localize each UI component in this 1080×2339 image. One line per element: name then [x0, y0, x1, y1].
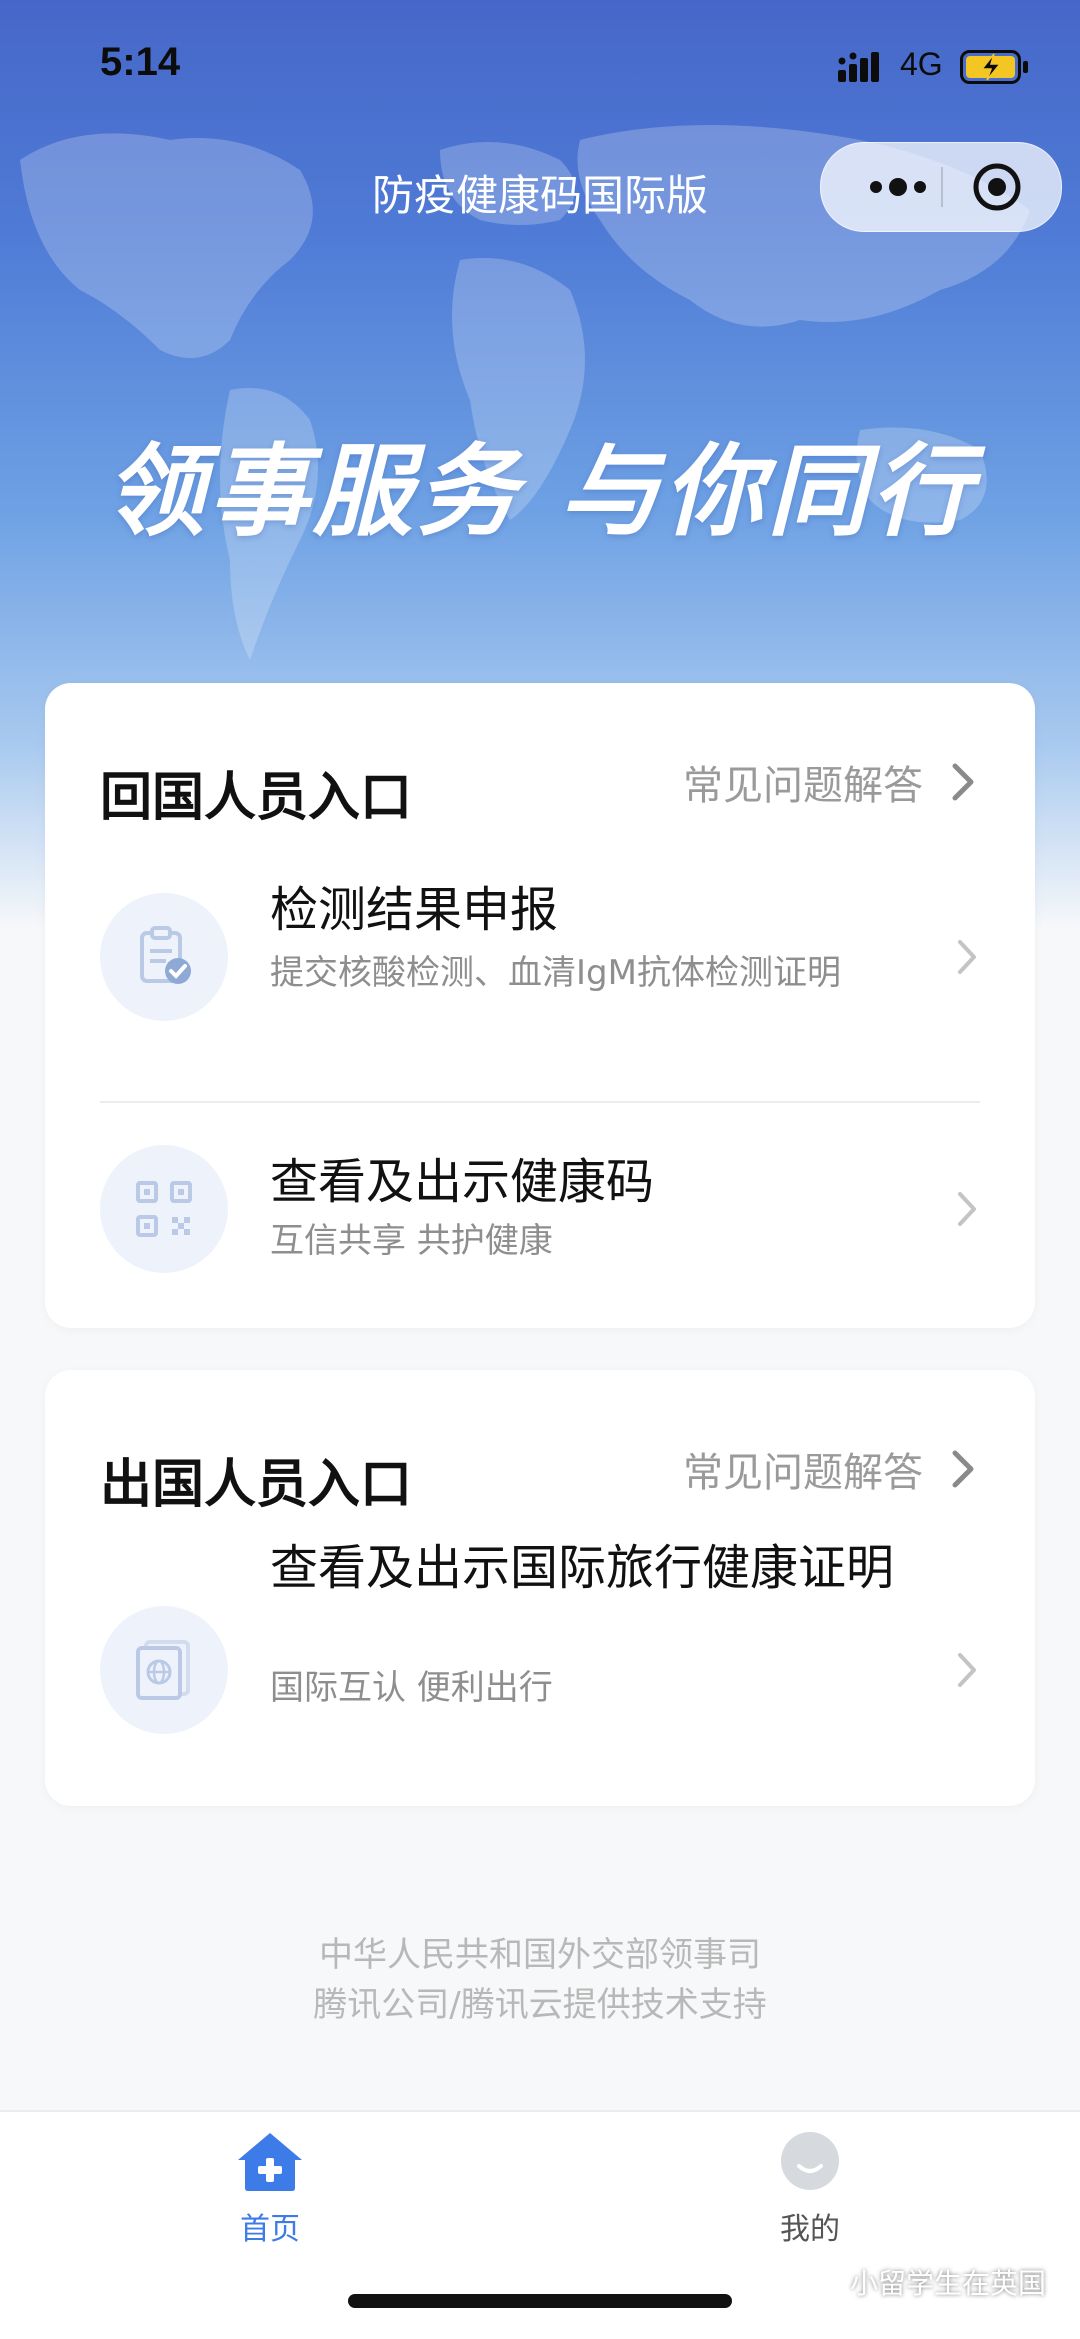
faq-label: 常见问题解答 — [683, 1450, 923, 1496]
faq-label: 常见问题解答 — [683, 763, 923, 809]
return-entry-heading: 回国人员入口 — [100, 768, 413, 828]
hero-slogan: 领事服务 与你同行 — [104, 433, 976, 550]
qr-code-icon — [100, 1145, 228, 1273]
test-result-report-item[interactable]: 检测结果申报 提交核酸检测、血清IgM抗体检测证明 — [45, 882, 1035, 1093]
status-bar: 5:14 4G — [0, 0, 1080, 130]
home-icon — [238, 2133, 302, 2191]
status-time: 5:14 — [100, 40, 181, 84]
test-result-subtitle: 提交核酸检测、血清IgM抗体检测证明 — [270, 953, 841, 993]
chevron-right-icon — [958, 1653, 976, 1687]
clipboard-check-icon — [100, 893, 228, 1021]
health-code-title: 查看及出示健康码 — [270, 1154, 655, 1210]
more-options-icon[interactable] — [856, 165, 940, 209]
passport-globe-icon — [100, 1606, 228, 1734]
chevron-right-icon — [958, 940, 976, 974]
tab-home[interactable]: 首页 — [170, 2130, 370, 2248]
travel-cert-subtitle: 国际互认 便利出行 — [270, 1668, 553, 1708]
home-indicator[interactable] — [348, 2294, 732, 2308]
watermark-text: 小留学生在英国 — [849, 2267, 1046, 2300]
footer-credits: 中华人民共和国外交部领事司 腾讯公司/腾讯云提供技术支持 — [0, 1930, 1080, 2030]
tab-home-label: 首页 — [240, 2212, 300, 2247]
wechat-icon — [800, 2265, 843, 2298]
view-health-code-item[interactable]: 查看及出示健康码 互信共享 共护健康 — [45, 1145, 1035, 1285]
miniprogram-capsule — [820, 142, 1062, 232]
health-code-subtitle: 互信共享 共护健康 — [270, 1221, 553, 1261]
wechat-watermark: 小留学生在英国 — [800, 2262, 1046, 2302]
travel-cert-title: 查看及出示国际旅行健康证明 — [270, 1540, 895, 1596]
close-miniprogram-icon[interactable] — [971, 161, 1023, 213]
chevron-right-icon — [952, 1450, 974, 1488]
footer-line-1: 中华人民共和国外交部领事司 — [319, 1935, 761, 1975]
chevron-right-icon — [958, 1192, 976, 1226]
tab-mine-label: 我的 — [780, 2212, 840, 2247]
return-faq-link[interactable]: 常见问题解答 — [683, 753, 975, 811]
network-type: 4G — [900, 46, 943, 82]
outbound-faq-link[interactable]: 常见问题解答 — [683, 1440, 975, 1498]
chevron-right-icon — [952, 763, 974, 801]
outbound-entry-heading: 出国人员入口 — [100, 1455, 413, 1515]
outbound-entry-card: 出国人员入口 常见问题解答 查看及出示国际旅行健康证明 国际互认 便利出行 — [45, 1370, 1035, 1806]
return-entry-card: 回国人员入口 常见问题解答 检测结果申报 提交核酸检测、血清IgM抗体检测证明 — [45, 683, 1035, 1328]
signal-icon — [838, 52, 879, 82]
battery-charging-icon — [960, 50, 1028, 84]
item-divider — [100, 1101, 980, 1103]
capsule-divider — [941, 167, 943, 207]
travel-health-cert-item[interactable]: 查看及出示国际旅行健康证明 国际互认 便利出行 — [45, 1540, 1035, 1770]
profile-avatar-icon — [781, 2132, 839, 2190]
tab-mine[interactable]: 我的 — [710, 2130, 910, 2248]
test-result-title: 检测结果申报 — [270, 882, 559, 938]
footer-line-2: 腾讯公司/腾讯云提供技术支持 — [313, 1985, 767, 2025]
